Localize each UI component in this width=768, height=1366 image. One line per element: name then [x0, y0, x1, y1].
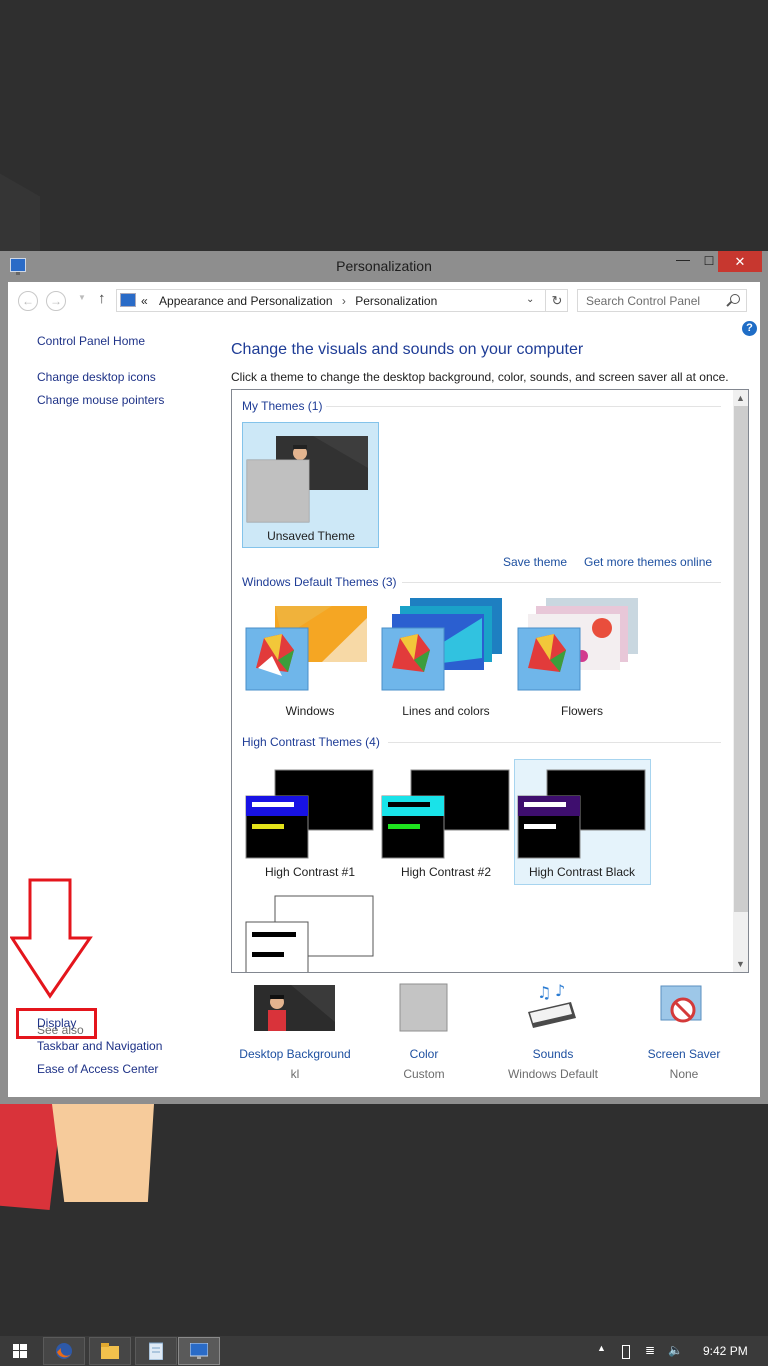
- refresh-icon[interactable]: ↻: [545, 290, 568, 311]
- help-icon[interactable]: ?: [742, 321, 757, 336]
- theme-high-contrast-1[interactable]: High Contrast #1: [242, 865, 378, 879]
- theme-unsaved[interactable]: Unsaved Theme: [242, 422, 379, 548]
- sounds-icon: ♫ ♪: [528, 982, 576, 1028]
- desktop-wallpaper-peach: [52, 1104, 154, 1202]
- theme-flowers[interactable]: Flowers: [514, 704, 650, 718]
- personalization-window: Personalization — ☐ ✕ ← → ▼ ↑ « Appearan…: [0, 251, 768, 1104]
- search-placeholder: Search Control Panel: [586, 294, 701, 308]
- get-more-themes-link[interactable]: Get more themes online: [584, 555, 712, 569]
- control-panel-icon: [190, 1343, 208, 1359]
- default-themes-header: Windows Default Themes (3): [242, 575, 397, 589]
- high-contrast-1-preview: [245, 769, 374, 859]
- change-mouse-pointers-link[interactable]: Change mouse pointers: [37, 393, 164, 407]
- screen-saver-value: None: [669, 1067, 699, 1081]
- breadcrumb-appearance[interactable]: Appearance and Personalization: [159, 294, 332, 308]
- divider: [326, 406, 721, 407]
- control-panel-icon: [120, 293, 136, 307]
- screen-saver-icon: [660, 985, 702, 1023]
- lines-and-colors-preview: [381, 598, 502, 691]
- title-bar[interactable]: Personalization — ☐ ✕: [0, 251, 768, 281]
- back-button[interactable]: ←: [18, 291, 38, 311]
- volume-icon[interactable]: 🔈: [668, 1343, 683, 1357]
- chevron-down-icon[interactable]: ⌄: [526, 294, 534, 305]
- desktop-wallpaper-red: [0, 1104, 62, 1210]
- divider: [402, 582, 721, 583]
- battery-icon[interactable]: [622, 1345, 630, 1359]
- control-panel-home-link[interactable]: Control Panel Home: [37, 334, 145, 348]
- close-button[interactable]: ✕: [718, 251, 762, 272]
- minimize-button[interactable]: —: [670, 251, 696, 272]
- clock[interactable]: 9:42 PM: [703, 1344, 748, 1358]
- notepad-taskbar-button[interactable]: [135, 1337, 177, 1365]
- recent-locations-dropdown[interactable]: ▼: [78, 293, 86, 302]
- scroll-up-icon[interactable]: ▲: [736, 393, 745, 403]
- theme-lines-and-colors[interactable]: Lines and colors: [378, 704, 514, 718]
- vertical-scrollbar[interactable]: ▲ ▼: [733, 390, 748, 972]
- svg-text:♪: ♪: [555, 982, 565, 1000]
- search-input[interactable]: Search Control Panel: [577, 289, 747, 312]
- scroll-down-icon[interactable]: ▼: [736, 959, 745, 969]
- display-highlight-box: [16, 1008, 97, 1039]
- unsaved-theme-preview: [246, 436, 368, 523]
- control-panel-taskbar-button[interactable]: [178, 1337, 220, 1365]
- breadcrumb-personalization[interactable]: Personalization: [355, 294, 437, 308]
- notepad-icon: [149, 1342, 163, 1360]
- color-value: Custom: [403, 1067, 445, 1081]
- high-contrast-white-preview: [245, 895, 374, 972]
- color-link[interactable]: Color: [384, 1047, 464, 1061]
- page-description: Click a theme to change the desktop back…: [231, 370, 729, 384]
- search-icon[interactable]: [730, 294, 740, 304]
- up-button[interactable]: ↑: [98, 290, 106, 307]
- page-title: Change the visuals and sounds on your co…: [231, 341, 584, 358]
- scroll-thumb[interactable]: [734, 406, 748, 912]
- sounds-value: Windows Default: [507, 1067, 599, 1081]
- color-icon: [399, 983, 448, 1032]
- screen-saver-link[interactable]: Screen Saver: [634, 1047, 734, 1061]
- divider: [388, 742, 721, 743]
- theme-high-contrast-2[interactable]: High Contrast #2: [378, 865, 514, 879]
- forward-button[interactable]: →: [46, 291, 66, 311]
- flowers-preview: [517, 598, 638, 691]
- start-icon[interactable]: [13, 1344, 27, 1358]
- high-contrast-header: High Contrast Themes (4): [242, 735, 380, 749]
- desktop-background-value: kl: [290, 1067, 300, 1081]
- svg-text:♫: ♫: [537, 983, 551, 1002]
- theme-high-contrast-black-name: High Contrast Black: [528, 865, 636, 879]
- breadcrumb: « Appearance and Personalization › Perso…: [141, 294, 437, 308]
- taskbar-navigation-link[interactable]: Taskbar and Navigation: [37, 1039, 162, 1053]
- firefox-taskbar-button[interactable]: [43, 1337, 85, 1365]
- sounds-link[interactable]: Sounds: [498, 1047, 608, 1061]
- themes-list[interactable]: My Themes (1) Unsaved Theme Save theme G…: [231, 389, 749, 973]
- desktop-background-link[interactable]: Desktop Background: [231, 1047, 359, 1061]
- ease-of-access-link[interactable]: Ease of Access Center: [37, 1062, 158, 1076]
- window-title: Personalization: [336, 258, 432, 274]
- red-arrow-annotation: [10, 878, 93, 999]
- windows-theme-preview: [245, 606, 367, 691]
- taskbar: ▲ ≣ 🔈 9:42 PM: [0, 1336, 768, 1366]
- file-explorer-taskbar-button[interactable]: [89, 1337, 131, 1365]
- high-contrast-black-preview: [517, 769, 646, 859]
- address-bar[interactable]: « Appearance and Personalization › Perso…: [116, 289, 568, 312]
- save-theme-link[interactable]: Save theme: [503, 555, 567, 569]
- default-theme-previews: [245, 598, 638, 691]
- desktop-background-icon: [254, 985, 335, 1031]
- window-client: ← → ▼ ↑ « Appearance and Personalization…: [8, 282, 760, 1097]
- breadcrumb-overflow[interactable]: «: [141, 294, 148, 308]
- show-hidden-icons[interactable]: ▲: [597, 1343, 606, 1353]
- bottom-setting-icons: ♫ ♪: [254, 982, 702, 1032]
- change-desktop-icons-link[interactable]: Change desktop icons: [37, 370, 156, 384]
- theme-windows[interactable]: Windows: [242, 704, 378, 718]
- high-contrast-2-preview: [381, 769, 510, 859]
- firefox-icon: [56, 1343, 72, 1359]
- my-themes-header: My Themes (1): [242, 399, 323, 413]
- network-icon[interactable]: ≣: [645, 1343, 655, 1357]
- breadcrumb-separator[interactable]: ›: [342, 294, 346, 308]
- folder-icon: [101, 1343, 119, 1359]
- theme-name: Unsaved Theme: [267, 529, 355, 543]
